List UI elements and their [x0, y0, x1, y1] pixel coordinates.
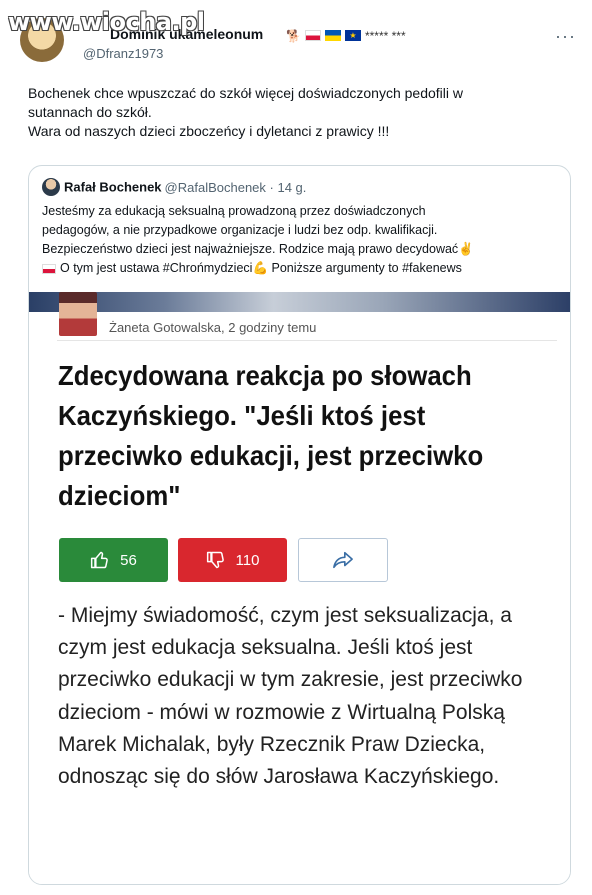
site-watermark: www.wiocha.pl [8, 8, 205, 36]
quoted-text-line: pedagogów, a nie przypadkowe organizacje… [42, 223, 438, 237]
ukraine-flag-icon [324, 30, 341, 42]
quoted-tweet-card[interactable]: Rafał Bochenek @RafalBochenek · 14 g. Jes… [28, 165, 571, 885]
article-author-photo [59, 292, 97, 336]
poland-flag-icon [304, 30, 321, 42]
article-screenshot: Żaneta Gotowalska, 2 godziny temu Zdecyd… [29, 292, 570, 884]
quoted-text-line: Bezpieczeństwo dzieci jest najważniejsze… [42, 242, 474, 256]
quoted-text-line: O tym jest ustawa #Chrońmydzieci💪 Poniżs… [42, 259, 562, 278]
thumbs-up-icon [91, 551, 108, 569]
victory-hand-icon: ✌ [458, 242, 474, 256]
tweet-text-line: Wara od naszych dzieci zboczeńcy i dylet… [28, 123, 390, 139]
tweet-text-line: Bochenek chce wpuszczać do szkół więcej … [28, 85, 463, 101]
poland-flag-icon [42, 263, 56, 274]
thumbs-down-icon [206, 551, 224, 569]
quoted-author-handle: @RafalBochenek · 14 g. [164, 179, 307, 195]
flexed-biceps-icon: 💪 [252, 261, 269, 275]
more-options-icon[interactable]: ··· [555, 26, 576, 47]
quoted-tweet-text: Jesteśmy za edukacją seksualną prowadzon… [42, 202, 562, 278]
author-stars: ***** *** [364, 28, 406, 43]
article-body-text: - Miejmy świadomość, czym jest seksualiz… [58, 604, 523, 789]
author-name-emojis: 🐕 ★ ***** *** [286, 28, 406, 43]
like-button: 56 [59, 538, 168, 582]
quoted-tweet-header: Rafał Bochenek @RafalBochenek · 14 g. [42, 178, 306, 198]
share-arrow-icon [333, 551, 353, 569]
eu-flag-icon: ★ [344, 30, 361, 42]
dislike-count: 110 [235, 551, 260, 569]
divider [57, 340, 557, 341]
article-headline: Zdecydowana reakcja po słowach Kaczyński… [58, 360, 484, 511]
author-handle[interactable]: @Dfranz1973 [83, 46, 163, 61]
tweet-text: Bochenek chce wpuszczać do szkół więcej … [28, 84, 568, 141]
article-author-line: Żaneta Gotowalska, 2 godziny temu [109, 320, 317, 335]
article-author-row: Żaneta Gotowalska, 2 godziny temu [29, 292, 570, 336]
quoted-author-avatar [42, 178, 60, 196]
tweet-text-line: sutannach do szkół. [28, 104, 152, 120]
like-count: 56 [120, 551, 137, 569]
quoted-author-name: Rafał Bochenek [64, 179, 162, 195]
dog-icon: 🐕 [286, 28, 301, 43]
dislike-button: 110 [178, 538, 287, 582]
share-button [298, 538, 388, 582]
quoted-text-line: Jesteśmy za edukacją seksualną prowadzon… [42, 204, 426, 218]
